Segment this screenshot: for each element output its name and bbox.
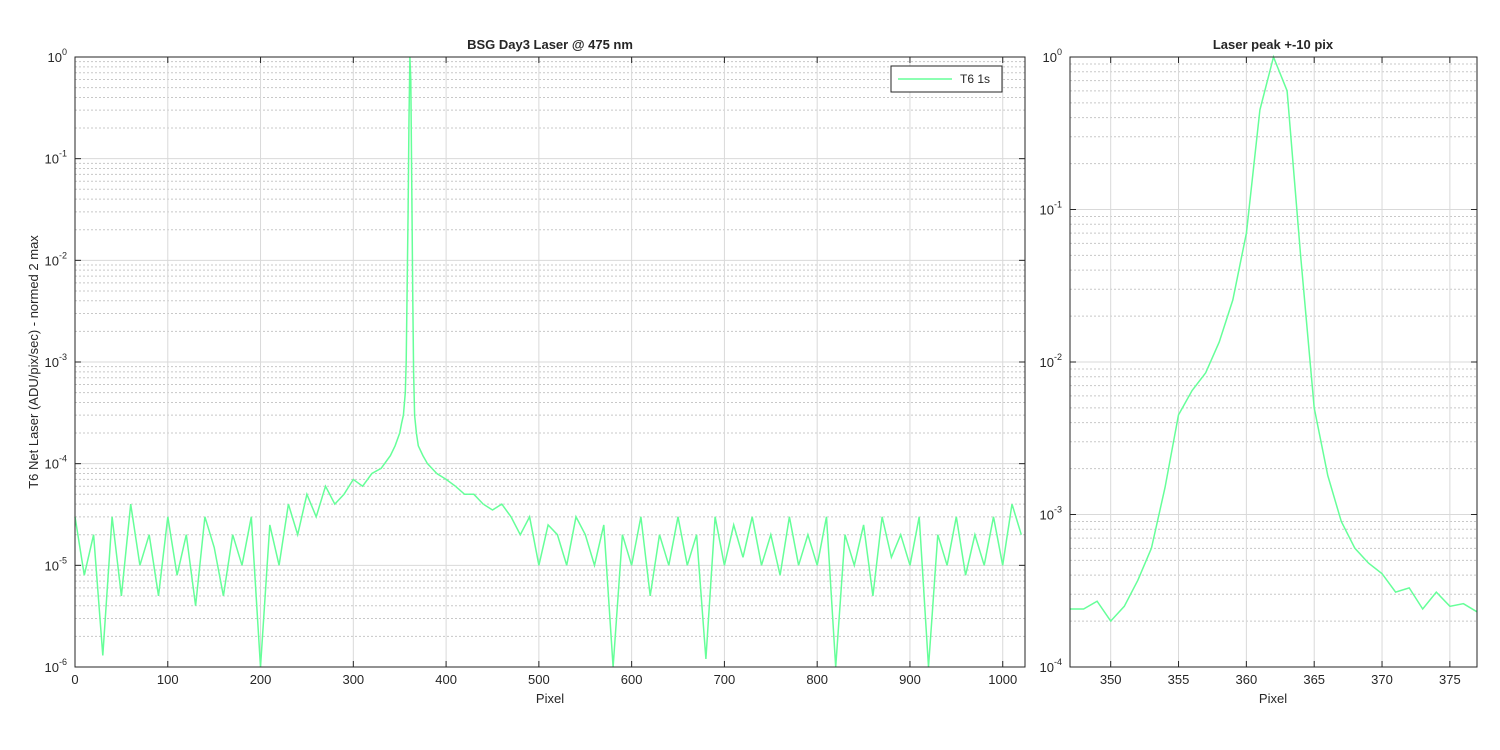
zoom-x-tick-label: 350	[1100, 672, 1122, 687]
main-x-tick-label: 1000	[988, 672, 1017, 687]
main-y-tick-label: 10-4	[45, 454, 67, 472]
zoom-x-tick-label: 365	[1303, 672, 1325, 687]
main-y-tick-label: 100	[48, 47, 67, 65]
zoom-x-tick-label: 375	[1439, 672, 1461, 687]
zoom-x-tick-label: 355	[1168, 672, 1190, 687]
main-x-tick-label: 200	[250, 672, 272, 687]
zoom-chart-title: Laser peak +-10 pix	[1213, 37, 1334, 52]
zoom-x-tick-label: 370	[1371, 672, 1393, 687]
main-chart-title: BSG Day3 Laser @ 475 nm	[467, 37, 633, 52]
main-x-tick-label: 500	[528, 672, 550, 687]
zoom-x-tick-label: 360	[1236, 672, 1258, 687]
main-x-tick-label: 300	[342, 672, 364, 687]
main-y-tick-label: 10-3	[45, 352, 67, 370]
zoom-y-tick-label: 10-2	[1040, 352, 1062, 370]
zoom-plot-panel: 10-4 10-3 10-2 10-1 100 350 355 360 365 370 375 La…	[1040, 37, 1478, 706]
main-y-tick-label: 10-2	[45, 250, 67, 268]
main-x-tick-label: 800	[806, 672, 828, 687]
main-plot-panel: 10-610-510-410-310-210-11000 100 200 300 400…	[26, 37, 1026, 706]
main-x-tick-label: 700	[714, 672, 736, 687]
legend: T6 1s	[890, 65, 1003, 93]
main-y-tick-label: 10-5	[45, 555, 67, 573]
main-x-tick-label: 0	[71, 672, 78, 687]
figure: 10-610-510-410-310-210-11000 100 200 300 400…	[26, 37, 1478, 706]
zoom-y-tick-label: 10-4	[1040, 657, 1062, 675]
legend-entry: T6 1s	[960, 72, 990, 86]
zoom-x-axis-label: Pixel	[1259, 691, 1287, 706]
main-x-tick-label: 400	[435, 672, 457, 687]
main-y-tick-label: 10-1	[45, 149, 67, 167]
zoom-y-tick-label: 10-1	[1040, 200, 1062, 218]
main-x-tick-label: 900	[899, 672, 921, 687]
main-x-tick-label: 100	[157, 672, 179, 687]
zoom-y-tick-label: 100	[1043, 47, 1062, 65]
main-y-tick-label: 10-6	[45, 657, 67, 675]
zoom-y-tick-label: 10-3	[1040, 505, 1062, 523]
main-x-axis-label: Pixel	[536, 691, 564, 706]
main-y-axis-label: T6 Net Laser (ADU/pix/sec) - normed 2 ma…	[26, 235, 41, 489]
main-x-tick-label: 600	[621, 672, 643, 687]
